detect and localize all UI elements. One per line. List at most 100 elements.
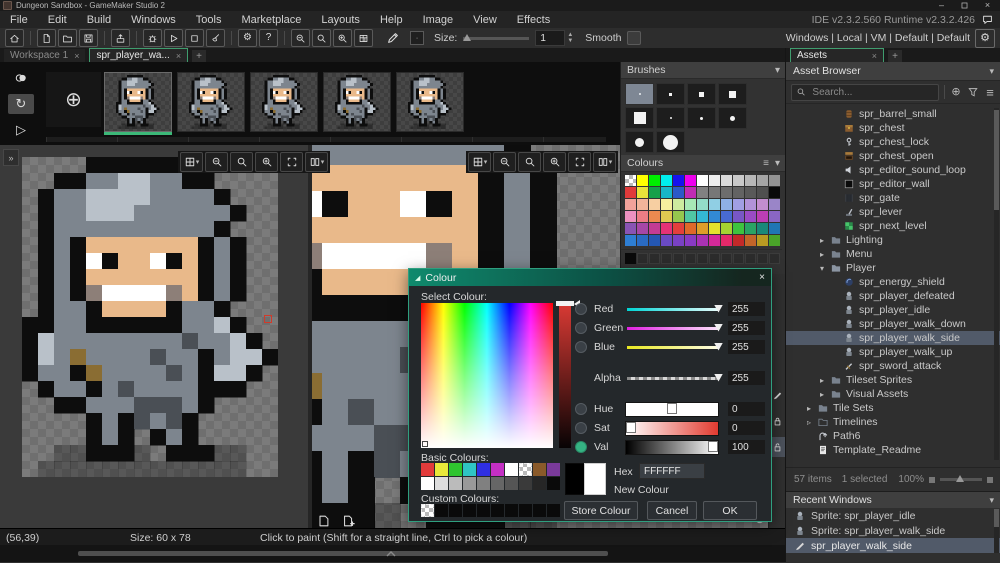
frame-strip-button[interactable]: ↻: [8, 93, 34, 114]
colour-swatch[interactable]: [769, 235, 780, 246]
colour-swatch[interactable]: [769, 211, 780, 222]
colour-swatch[interactable]: [637, 235, 648, 246]
smooth-checkbox[interactable]: [627, 31, 642, 45]
custom-colour-swatch[interactable]: [709, 253, 720, 264]
window-control-icon[interactable]: [960, 1, 969, 10]
asset-tree-item[interactable]: ▸ Menu: [786, 247, 1000, 261]
colour-swatch[interactable]: [769, 199, 780, 210]
custom-colour-swatch[interactable]: [491, 504, 504, 517]
toolbar-button[interactable]: [354, 29, 373, 47]
basic-colour-swatch[interactable]: [519, 477, 532, 490]
tab-close-icon[interactable]: ×: [176, 51, 181, 61]
menu-item[interactable]: Layouts: [311, 14, 370, 26]
channel-slider-handle[interactable]: [714, 373, 723, 382]
colour-swatch[interactable]: [733, 175, 744, 186]
colour-swatch[interactable]: [673, 223, 684, 234]
chevron-down-icon[interactable]: ▾: [989, 495, 994, 506]
brush-button[interactable]: [625, 107, 654, 129]
brush-button[interactable]: [718, 83, 747, 105]
toolbar-button[interactable]: [284, 31, 285, 45]
toolbar-button[interactable]: [37, 29, 56, 47]
sprite-frame-thumbnail[interactable]: [396, 72, 464, 132]
brush-button[interactable]: [656, 107, 685, 129]
menu-item[interactable]: Effects: [507, 14, 560, 26]
basic-colour-swatch[interactable]: [449, 477, 462, 490]
basic-colour-swatch[interactable]: [463, 477, 476, 490]
colour-swatch[interactable]: [661, 211, 672, 222]
hamburger-menu-icon[interactable]: ≡: [984, 86, 996, 99]
custom-colour-swatch[interactable]: [757, 253, 768, 264]
value-slider-vertical[interactable]: [556, 300, 580, 448]
colour-swatch[interactable]: [709, 175, 720, 186]
colour-swatch[interactable]: [649, 199, 660, 210]
asset-tree-item[interactable]: spr_player_idle: [786, 303, 1000, 317]
colour-swatch[interactable]: [637, 211, 648, 222]
value-slider-handle[interactable]: [556, 300, 580, 308]
canvas-toolbar-button[interactable]: ▾: [593, 152, 616, 172]
colour-swatch[interactable]: [625, 235, 636, 246]
channel-slider[interactable]: [627, 342, 723, 351]
toolbar-button[interactable]: [30, 31, 31, 45]
channel-slider-handle[interactable]: [708, 440, 718, 452]
brush-button[interactable]: [718, 107, 747, 129]
tree-expander-icon[interactable]: ▸: [818, 390, 826, 399]
feedback-chat-icon[interactable]: [981, 14, 994, 26]
toolbar-button[interactable]: [206, 29, 225, 47]
asset-tree-item[interactable]: spr_editor_sound_loop: [786, 163, 1000, 177]
menu-item[interactable]: Edit: [38, 14, 77, 26]
colour-swatch[interactable]: [649, 175, 660, 186]
canvas-toolbar-button[interactable]: [230, 152, 253, 172]
basic-colour-swatch[interactable]: [547, 463, 560, 476]
asset-tree-item[interactable]: spr_lever: [786, 205, 1000, 219]
tree-expander-icon[interactable]: ▸: [818, 376, 826, 385]
channel-slider-handle[interactable]: [714, 304, 723, 313]
colour-swatch[interactable]: [637, 175, 648, 186]
channel-slider[interactable]: [627, 373, 723, 382]
colour-swatch[interactable]: [709, 235, 720, 246]
toolbar-button[interactable]: [58, 29, 77, 47]
toolbar-button[interactable]: ?: [259, 29, 278, 47]
basic-colour-swatch[interactable]: [491, 463, 504, 476]
asset-tree-item[interactable]: Template_Readme: [786, 443, 1000, 457]
channel-value[interactable]: 255: [728, 371, 765, 385]
sprite-frame-thumbnail[interactable]: [323, 72, 391, 132]
channel-value[interactable]: 0: [728, 402, 765, 416]
menu-item[interactable]: File: [0, 14, 38, 26]
assets-tab[interactable]: Assets ×: [790, 48, 884, 62]
colour-swatch[interactable]: [745, 199, 756, 210]
workspace-tab[interactable]: Workspace 1 ×: [4, 49, 86, 62]
toolbar-button[interactable]: [136, 31, 137, 45]
custom-colour-swatch[interactable]: [519, 504, 532, 517]
add-layer-icon[interactable]: [341, 514, 356, 528]
colour-swatch[interactable]: [709, 211, 720, 222]
custom-colour-swatch[interactable]: [661, 253, 672, 264]
asset-tree-item[interactable]: Path6: [786, 429, 1000, 443]
colour-swatch[interactable]: [721, 235, 732, 246]
custom-colour-swatch[interactable]: [637, 253, 648, 264]
brush-preview-box[interactable]: ·: [410, 31, 424, 45]
custom-colour-swatch[interactable]: [721, 253, 732, 264]
colour-swatch[interactable]: [697, 199, 708, 210]
colour-swatch[interactable]: [697, 235, 708, 246]
new-tab-button[interactable]: +: [192, 50, 207, 62]
colours-header[interactable]: Colours ≡ ▾: [621, 155, 786, 172]
colour-swatch[interactable]: [757, 187, 768, 198]
asset-tree-item[interactable]: spr_player_walk_side: [786, 331, 1000, 345]
custom-colour-swatch[interactable]: [547, 504, 560, 517]
dialog-close-icon[interactable]: ×: [759, 272, 765, 283]
size-slider-handle[interactable]: [463, 33, 472, 41]
basic-colour-swatch[interactable]: [449, 463, 462, 476]
colour-swatch[interactable]: [709, 223, 720, 234]
channel-value[interactable]: 255: [728, 321, 765, 335]
basic-colour-swatch[interactable]: [477, 477, 490, 490]
sprite-frame-thumbnail[interactable]: [104, 72, 172, 135]
basic-colour-swatch[interactable]: [421, 477, 434, 490]
colour-swatch[interactable]: [721, 199, 732, 210]
panel-expand-button[interactable]: »: [3, 149, 19, 166]
channel-value[interactable]: 100: [728, 440, 765, 454]
basic-colour-swatch[interactable]: [477, 463, 490, 476]
asset-tree-item[interactable]: spr_next_level: [786, 219, 1000, 233]
channel-radio[interactable]: [575, 422, 587, 434]
channel-slider-handle[interactable]: [714, 323, 723, 332]
basic-colour-swatch[interactable]: [421, 463, 434, 476]
